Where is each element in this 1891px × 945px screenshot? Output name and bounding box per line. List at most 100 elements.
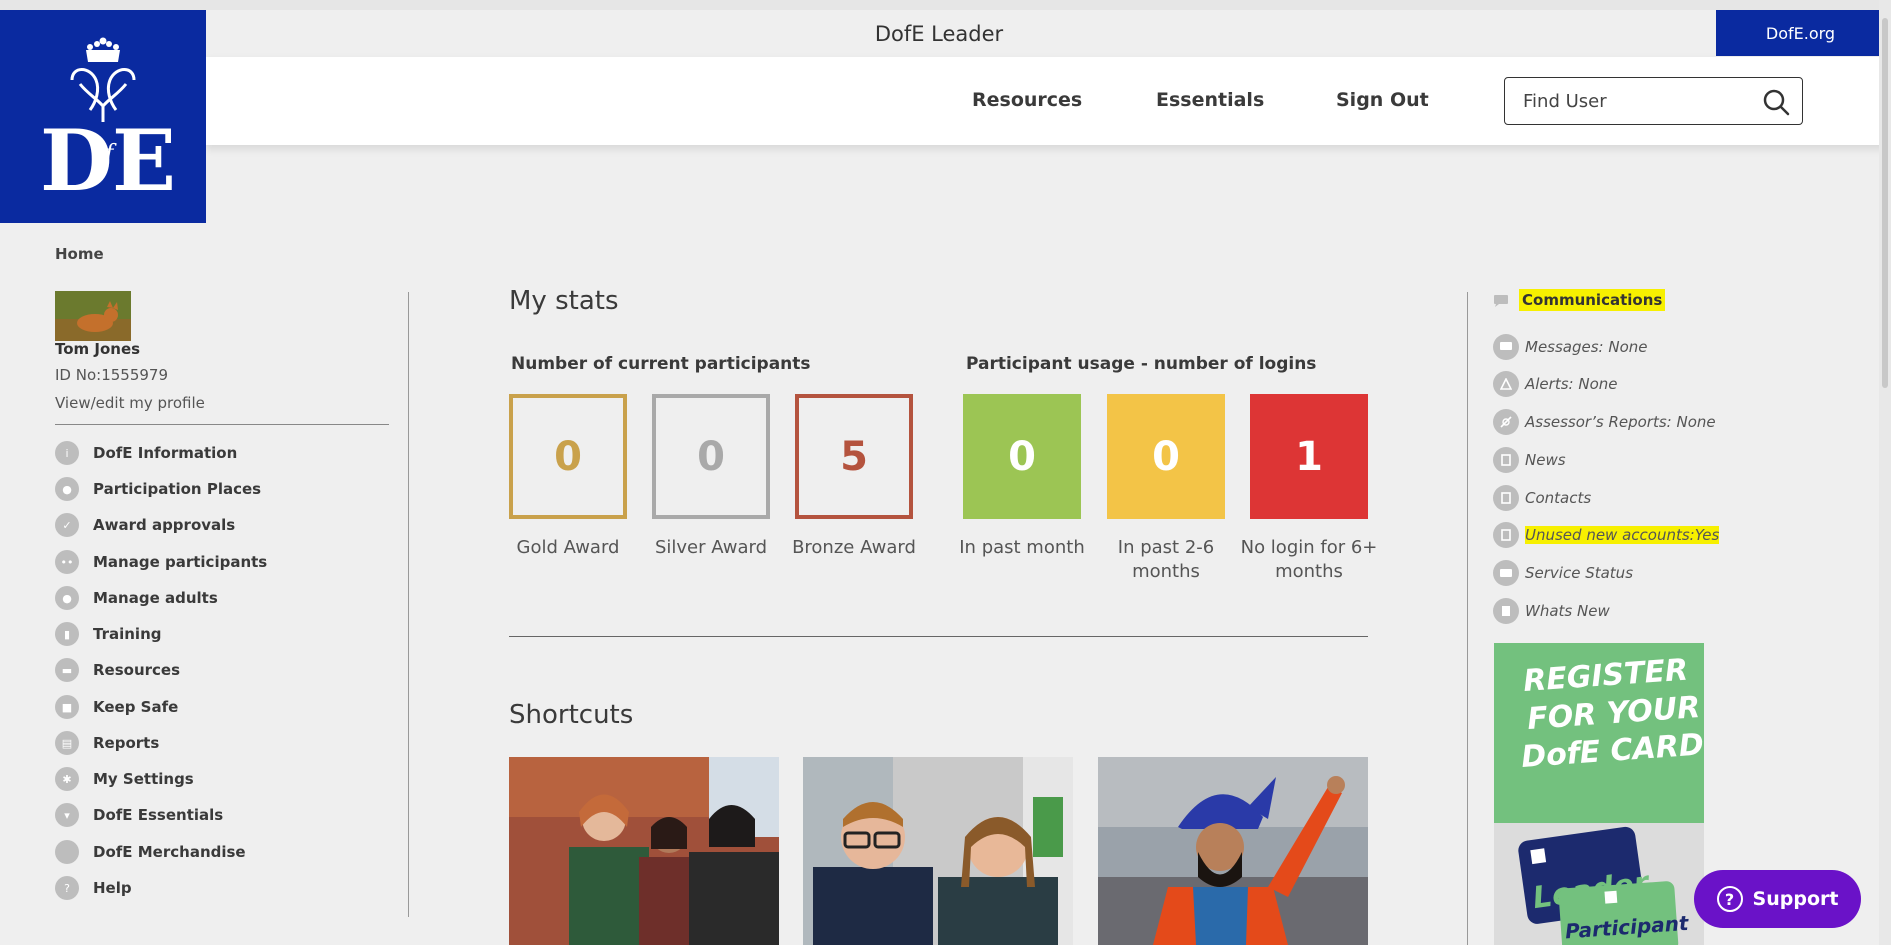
- sidebar-item-label: My Settings: [93, 770, 194, 788]
- shortcuts-title: Shortcuts: [509, 700, 634, 730]
- lock-icon: ■: [55, 695, 79, 719]
- comm-item-news[interactable]: News: [1493, 447, 1566, 473]
- no-login-6-months-count[interactable]: 1: [1250, 394, 1368, 519]
- right-column-divider: [1467, 292, 1468, 945]
- shortcut-card-2[interactable]: [803, 757, 1073, 945]
- sidebar-item-label: DofE Essentials: [93, 806, 224, 824]
- info-icon: i: [55, 441, 79, 465]
- speech-bubble-icon: [1493, 293, 1509, 307]
- status-icon: [1493, 560, 1519, 586]
- header-title-bar: DofE Leader: [206, 10, 1716, 57]
- comm-item-label: Contacts: [1525, 489, 1592, 507]
- sidebar-item-dofe-merchandise[interactable]: DofE Merchandise: [55, 839, 385, 865]
- user-name: Tom Jones: [55, 340, 141, 358]
- logins-past-month-count[interactable]: 0: [963, 394, 1081, 519]
- bell-icon: [1493, 371, 1519, 397]
- nav-resources[interactable]: Resources: [972, 89, 1082, 111]
- nav-essentials[interactable]: Essentials: [1156, 89, 1264, 111]
- support-button[interactable]: ? Support: [1694, 870, 1861, 928]
- sidebar-item-training[interactable]: ▮ Training: [55, 621, 385, 647]
- sidebar-item-manage-adults[interactable]: ● Manage adults: [55, 585, 385, 611]
- shortcut-card-3[interactable]: [1098, 757, 1368, 945]
- message-icon: [1493, 334, 1519, 360]
- comm-item-assessor-reports[interactable]: Assessor’s Reports: None: [1493, 409, 1716, 435]
- sidebar-item-label: Manage participants: [93, 553, 268, 571]
- comm-item-label: Service Status: [1525, 564, 1634, 582]
- page-title: DofE Leader: [874, 22, 1004, 46]
- comm-item-label: Unused new accounts:Yes: [1525, 526, 1720, 544]
- sidebar-item-keep-safe[interactable]: ■ Keep Safe: [55, 694, 385, 720]
- comm-item-label: News: [1525, 451, 1566, 469]
- sidebar-item-label: Training: [93, 625, 162, 643]
- silver-award-label: Silver Award: [654, 537, 768, 558]
- usage-subtitle: Participant usage - number of logins: [966, 354, 1317, 374]
- scrollbar-thumb[interactable]: [1882, 18, 1888, 388]
- breadcrumb-home[interactable]: Home: [55, 245, 104, 263]
- nav-sign-out[interactable]: Sign Out: [1336, 89, 1429, 111]
- main-nav: Resources Essentials Sign Out: [206, 57, 1885, 145]
- logins-2-6-months-label: In past 2-6 months: [1117, 537, 1215, 582]
- sidebar-item-dofe-information[interactable]: i DofE Information: [55, 440, 385, 466]
- avatar: [55, 291, 131, 341]
- cart-icon: ▾: [55, 803, 79, 827]
- comm-item-label: Assessor’s Reports: None: [1525, 413, 1716, 431]
- dofe-logo[interactable]: D of E: [0, 10, 206, 223]
- main-divider: [509, 636, 1368, 637]
- comm-item-service-status[interactable]: Service Status: [1493, 560, 1633, 586]
- dofe-org-link[interactable]: DofE.org: [1716, 10, 1885, 56]
- comm-item-label: Messages: None: [1525, 338, 1648, 356]
- sidebar-item-label: Manage adults: [93, 589, 218, 607]
- comm-item-whats-new[interactable]: Whats New: [1493, 598, 1610, 624]
- find-user-input[interactable]: [1523, 88, 1753, 114]
- report-off-icon: [1493, 409, 1519, 435]
- logins-2-6-months-count[interactable]: 0: [1107, 394, 1225, 519]
- shortcut-card-1[interactable]: [509, 757, 779, 945]
- logins-past-month-label: In past month: [959, 537, 1085, 558]
- bronze-award-count[interactable]: 5: [795, 394, 913, 519]
- help-circle-icon: ?: [1716, 886, 1743, 912]
- sidebar-item-award-approvals[interactable]: ✓ Award approvals: [55, 512, 385, 538]
- sidebar-item-label: Keep Safe: [93, 698, 179, 716]
- left-column-divider: [408, 292, 409, 917]
- sidebar-item-label: Participation Places: [93, 480, 262, 498]
- comm-item-messages[interactable]: Messages: None: [1493, 334, 1648, 360]
- user-id: ID No:1555979: [55, 366, 168, 384]
- people-icon: ••: [55, 550, 79, 574]
- sidebar-divider: [55, 424, 389, 425]
- communications-title: Communications: [1519, 289, 1666, 311]
- gold-award-count[interactable]: 0: [509, 394, 627, 519]
- person-icon: ●: [55, 477, 79, 501]
- browser-top-strip: [0, 0, 1891, 10]
- edit-profile-link[interactable]: View/edit my profile: [55, 394, 205, 412]
- comm-item-contacts[interactable]: Contacts: [1493, 485, 1591, 511]
- folder-icon: ▬: [55, 658, 79, 682]
- sidebar-item-label: DofE Information: [93, 444, 238, 462]
- help-icon: ?: [55, 876, 79, 900]
- sidebar-item-reports[interactable]: ▤ Reports: [55, 730, 385, 756]
- sidebar-item-help[interactable]: ? Help: [55, 875, 385, 901]
- gear-icon: ✱: [55, 767, 79, 791]
- sidebar-item-manage-participants[interactable]: •• Manage participants: [55, 549, 385, 575]
- merch-icon: [55, 840, 79, 864]
- support-label: Support: [1752, 888, 1839, 910]
- sidebar-item-label: Reports: [93, 734, 160, 752]
- contacts-icon: [1493, 485, 1519, 511]
- page-scrollbar[interactable]: [1879, 0, 1891, 945]
- sidebar-item-dofe-essentials[interactable]: ▾ DofE Essentials: [55, 802, 385, 828]
- comm-item-alerts[interactable]: Alerts: None: [1493, 371, 1617, 397]
- sidebar-item-my-settings[interactable]: ✱ My Settings: [55, 766, 385, 792]
- sidebar-item-resources[interactable]: ▬ Resources: [55, 657, 385, 683]
- register-card-promo[interactable]: REGISTER FOR YOUR DofE CARD Leader Parti…: [1494, 643, 1704, 945]
- my-stats-title: My stats: [509, 286, 619, 316]
- adults-icon: ●: [55, 586, 79, 610]
- gold-award-label: Gold Award: [516, 537, 620, 558]
- silver-award-count[interactable]: 0: [652, 394, 770, 519]
- training-icon: ▮: [55, 622, 79, 646]
- sidebar-item-participation-places[interactable]: ● Participation Places: [55, 476, 385, 502]
- news-icon: [1493, 447, 1519, 473]
- communications-header: Communications: [1493, 289, 1666, 311]
- comm-item-label: Whats New: [1525, 602, 1610, 620]
- search-icon[interactable]: [1762, 88, 1790, 120]
- sidebar-item-label: DofE Merchandise: [93, 843, 246, 861]
- comm-item-unused-accounts[interactable]: Unused new accounts:Yes: [1493, 522, 1720, 548]
